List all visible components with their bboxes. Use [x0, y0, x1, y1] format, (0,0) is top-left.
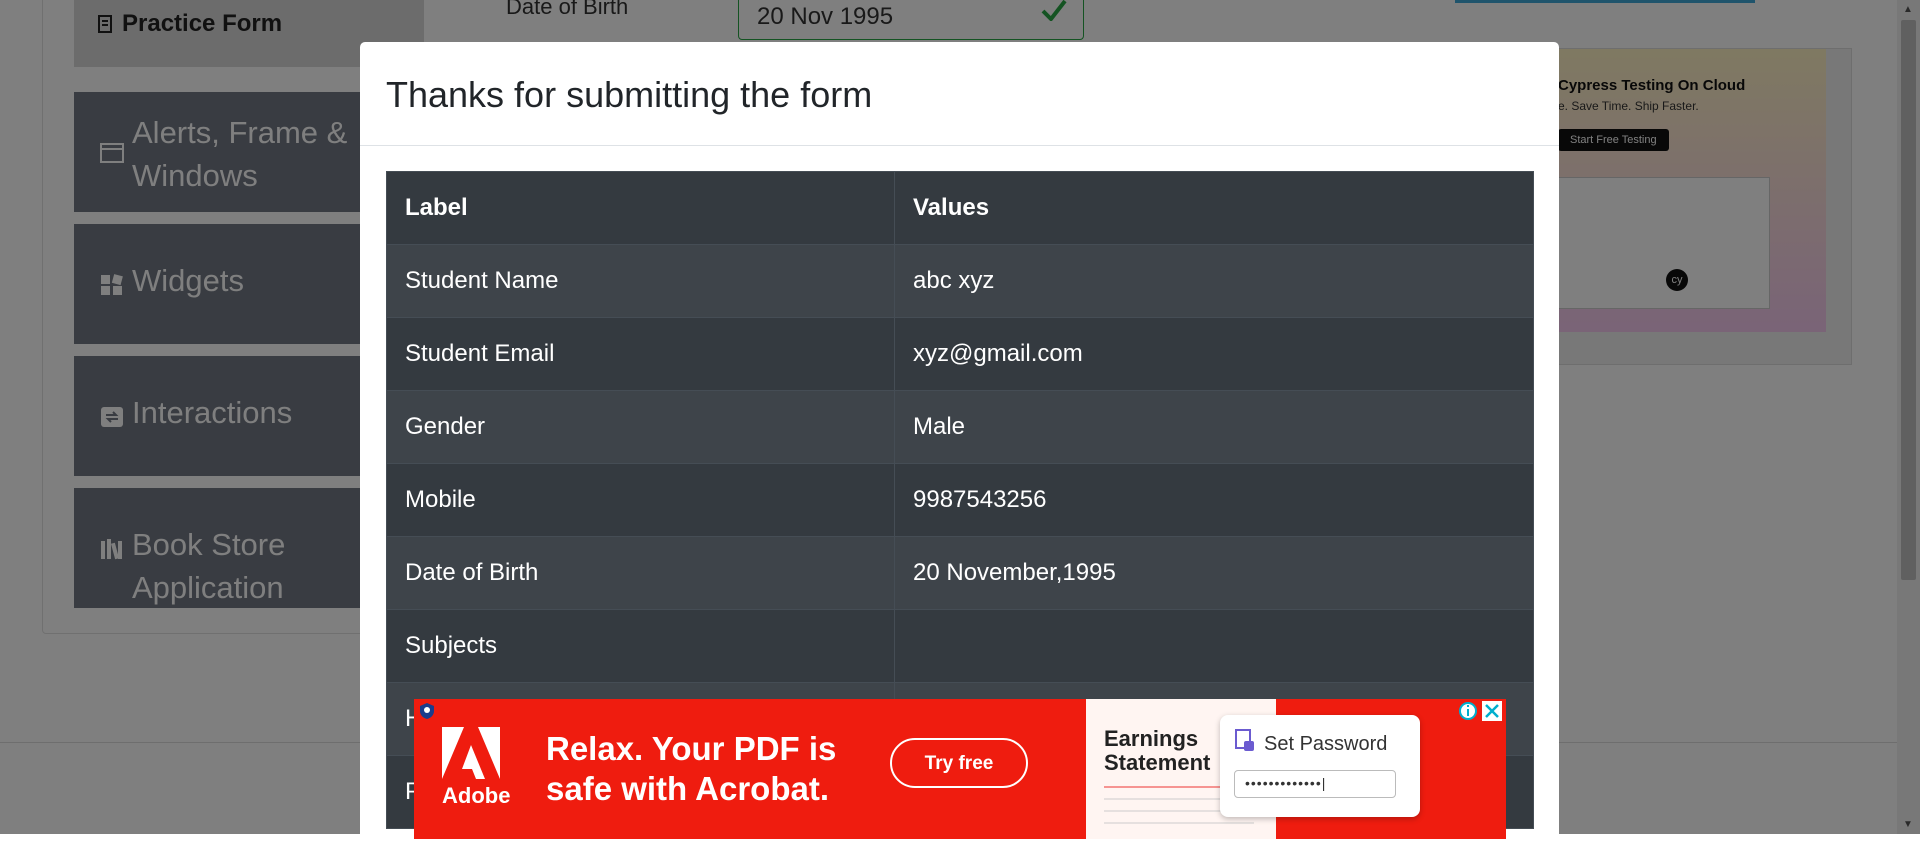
ad-document-title-line-2: Statement [1104, 750, 1211, 775]
row-label: Student Email [386, 317, 895, 391]
column-header-values: Values [894, 171, 1534, 245]
row-label: Subjects [386, 609, 895, 683]
ad-headline-line-1: Relax. Your PDF is [546, 730, 837, 767]
ad-password-title: Set Password [1264, 733, 1388, 755]
table-row: Gender Male [386, 390, 1534, 464]
ad-info-icon[interactable] [1458, 701, 1478, 721]
row-label: Mobile [386, 463, 895, 537]
ad-headline-line-2: safe with Acrobat. [546, 770, 829, 807]
row-label: Gender [386, 390, 895, 464]
ad-badge-icon [420, 703, 434, 719]
ad-document-title: Earnings Statement [1104, 727, 1210, 775]
row-value: xyz@gmail.com [894, 317, 1534, 391]
table-row: Mobile 9987543256 [386, 463, 1534, 537]
modal-header: Thanks for submitting the form [360, 42, 1559, 146]
row-value [894, 609, 1534, 683]
bottom-advertisement[interactable]: Adobe Relax. Your PDF is safe with Acrob… [414, 699, 1506, 839]
table-row: Student Email xyz@gmail.com [386, 317, 1534, 391]
row-label: Student Name [386, 244, 895, 318]
row-value: abc xyz [894, 244, 1534, 318]
ad-password-card: Set Password •••••••••••••| [1220, 715, 1420, 817]
table-row: Subjects [386, 609, 1534, 683]
row-label: Date of Birth [386, 536, 895, 610]
row-value: Male [894, 390, 1534, 464]
table-row: Student Name abc xyz [386, 244, 1534, 318]
adobe-logo-icon [442, 727, 500, 779]
document-lock-icon [1235, 729, 1254, 751]
ad-brand: Adobe [442, 783, 511, 808]
ad-password-field: •••••••••••••| [1234, 770, 1396, 798]
modal-title: Thanks for submitting the form [386, 74, 873, 115]
column-header-label: Label [386, 171, 895, 245]
row-value: 9987543256 [894, 463, 1534, 537]
table-header-row: Label Values [386, 171, 1534, 245]
table-row: Date of Birth 20 November,1995 [386, 536, 1534, 610]
row-value: 20 November,1995 [894, 536, 1534, 610]
ad-try-free-button[interactable]: Try free [890, 738, 1028, 788]
ad-headline: Relax. Your PDF is safe with Acrobat. [546, 729, 836, 809]
ad-document-title-line-1: Earnings [1104, 726, 1199, 751]
ad-close-icon[interactable] [1482, 701, 1502, 721]
